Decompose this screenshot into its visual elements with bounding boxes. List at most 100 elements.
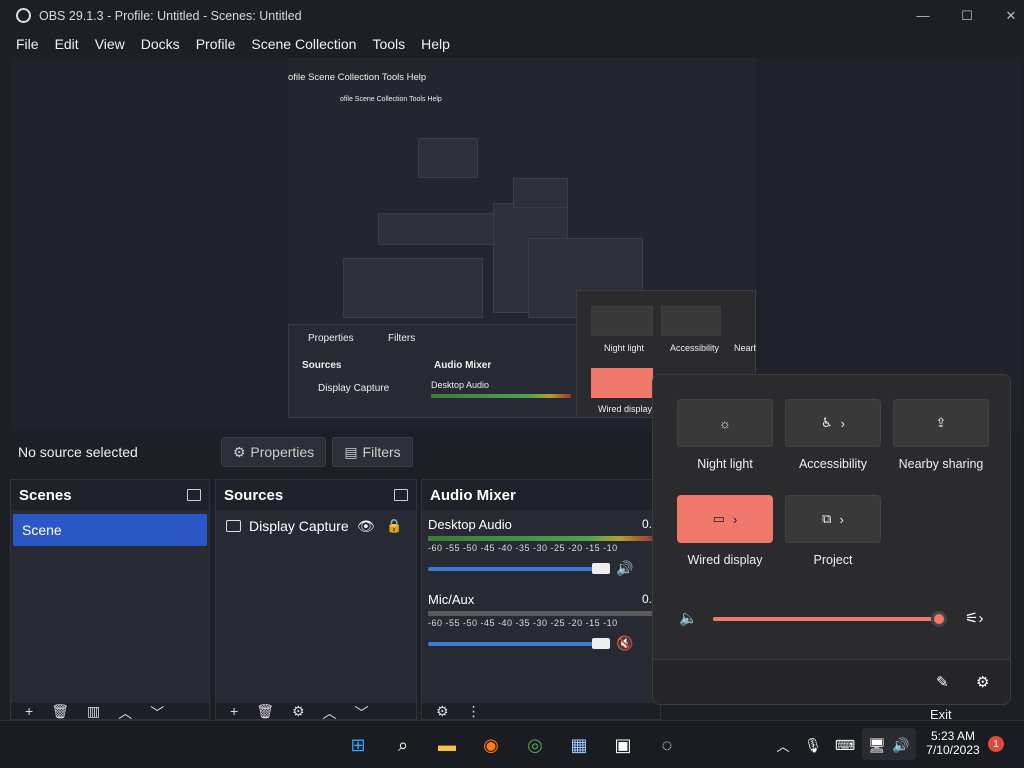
nested-properties: Properties (308, 333, 354, 344)
move-up-button[interactable]: ︿ (118, 703, 132, 721)
project-icon: ⧉ (822, 511, 832, 526)
scene-item[interactable]: Scene (13, 514, 207, 546)
edit-icon[interactable]: ✎ (936, 673, 949, 691)
obs-icon[interactable]: ◌ (654, 732, 680, 758)
chevron-right-icon: › (840, 415, 845, 431)
accessibility-icon: ♿ (821, 415, 833, 430)
menu-help[interactable]: Help (413, 36, 458, 52)
project-tile[interactable]: ⧉ › (785, 495, 881, 543)
source-item[interactable]: Display Capture (226, 518, 349, 534)
keyboard-icon[interactable]: ⌨ (832, 732, 858, 758)
channel-name: Desktop Audio (428, 517, 512, 532)
minimize-button[interactable]: — (900, 0, 946, 31)
chevron-right-icon: › (732, 511, 738, 527)
eye-icon[interactable]: 👁 (357, 518, 375, 535)
move-up-button[interactable]: ︿ (323, 703, 337, 721)
start-icon[interactable]: ⊞ (345, 732, 371, 758)
mixer-header: Audio Mixer (422, 480, 660, 510)
volume-slider[interactable] (428, 642, 598, 646)
sources-dock: Sources Display Capture 👁 🔒 + 🗑 ⚙ ︿ ﹀ (215, 479, 417, 721)
volume-slider[interactable] (713, 617, 941, 621)
accessibility-tile[interactable]: ♿ › (785, 399, 881, 447)
nested-menu: ofile Scene Collection Tools Help (288, 72, 427, 83)
mixer-menu-button[interactable]: ⋮ (467, 703, 481, 719)
undock-icon[interactable] (394, 489, 408, 501)
scenes-dock: Scenes Scene + 🗑 ▥ ︿ ﹀ (10, 479, 210, 721)
title-bar: OBS 29.1.3 - Profile: Untitled - Scenes:… (0, 0, 1024, 31)
lock-icon[interactable]: 🔒 (386, 518, 402, 534)
cast-icon: ▭ (712, 511, 725, 526)
menu-view[interactable]: View (87, 36, 133, 52)
image-viewer-icon[interactable]: ▦ (566, 732, 592, 758)
nested-display-capture: Display Capture (318, 383, 390, 394)
source-settings-button[interactable]: ⚙ (292, 703, 305, 719)
audio-mixer-dock: Audio Mixer Desktop Audio 0. -60 -55 -50… (421, 479, 661, 720)
gear-icon: ⚙ (232, 443, 246, 460)
menu-bar: File Edit View Docks Profile Scene Colle… (0, 31, 1024, 57)
menu-profile[interactable]: Profile (188, 36, 244, 52)
filters-button[interactable]: ▤ Filters (332, 437, 413, 467)
search-icon[interactable]: ⌕ (390, 732, 416, 758)
microphone-icon[interactable]: 🎙 (800, 732, 826, 758)
mixer-footer: ⚙ ⋮ (422, 703, 660, 719)
flyout-footer (653, 659, 1010, 704)
menu-edit[interactable]: Edit (47, 36, 87, 52)
settings-icon[interactable]: ⚙ (976, 673, 989, 691)
volume-slider[interactable] (428, 567, 598, 571)
chevron-up-icon[interactable]: ︿ (770, 732, 796, 758)
scene-filters-button[interactable]: ▥ (87, 703, 100, 719)
nested-filters: Filters (388, 333, 416, 344)
night-light-tile[interactable]: ☼ (677, 399, 773, 447)
move-down-button[interactable]: ﹀ (355, 703, 369, 721)
volume-thumb[interactable] (931, 611, 947, 627)
nested-menu-2: ofile Scene Collection Tools Help (340, 96, 442, 103)
obs-logo-icon (16, 8, 31, 23)
menu-file[interactable]: File (8, 36, 47, 52)
meter-ticks: -60 -55 -50 -45 -40 -35 -30 -25 -20 -15 … (428, 543, 618, 553)
slider-handle[interactable] (592, 563, 610, 574)
advanced-audio-button[interactable]: ⚙ (436, 703, 449, 719)
tile-label: Accessibility (798, 457, 868, 471)
quick-settings-flyout: ☼ Night light ♿ › Accessibility ⇪ Nearby … (652, 374, 1011, 705)
terminal-icon[interactable]: ▣ (610, 732, 636, 758)
audio-output-icon[interactable]: ⚟› (965, 609, 983, 627)
wired-display-tile[interactable]: ▭ › (677, 495, 773, 543)
file-explorer-icon[interactable]: ▬ (434, 732, 460, 758)
move-down-button[interactable]: ﹀ (150, 703, 164, 721)
channel-name: Mic/Aux (428, 592, 475, 607)
maximize-button[interactable]: ☐ (944, 0, 990, 31)
speaker-icon[interactable]: 🔊 (616, 560, 633, 577)
remove-scene-button[interactable]: 🗑 (51, 703, 69, 719)
firefox-icon[interactable]: ◉ (478, 732, 504, 758)
nested-sources: Sources (302, 360, 342, 371)
channel-level: 0. (642, 592, 653, 606)
nested-accessibility: Accessibility (670, 343, 720, 353)
clock[interactable]: 5:23 AM 7/10/2023 (922, 729, 984, 757)
slider-handle[interactable] (592, 638, 610, 649)
menu-docks[interactable]: Docks (133, 36, 188, 52)
close-button[interactable]: ✕ (988, 0, 1024, 31)
chrome-icon[interactable]: ◎ (522, 732, 548, 758)
speaker-icon[interactable]: 🔈 (679, 609, 698, 627)
add-scene-button[interactable]: + (25, 703, 33, 719)
nested-audio-mixer: Audio Mixer (434, 360, 492, 371)
preview-display-capture: ofile Scene Collection Tools Help ofile … (288, 58, 756, 418)
no-source-label: No source selected (18, 444, 138, 460)
menu-tools[interactable]: Tools (364, 36, 413, 52)
undock-icon[interactable] (187, 489, 201, 501)
nearby-sharing-tile[interactable]: ⇪ (893, 399, 989, 447)
scenes-footer: + 🗑 ▥ ︿ ﹀ (11, 703, 209, 721)
properties-button[interactable]: ⚙ Properties (221, 437, 326, 467)
nested-night-light: Night light (604, 343, 645, 353)
muted-speaker-icon[interactable]: 🔇 (616, 635, 633, 652)
remove-source-button[interactable]: 🗑 (256, 703, 274, 719)
share-icon: ⇪ (935, 415, 947, 430)
notification-badge[interactable]: 1 (988, 736, 1004, 752)
menu-scene-collection[interactable]: Scene Collection (243, 36, 364, 52)
brightness-icon: ☼ (719, 415, 731, 431)
add-source-button[interactable]: + (230, 703, 238, 719)
window-title: OBS 29.1.3 - Profile: Untitled - Scenes:… (39, 8, 302, 23)
tile-label: Night light (697, 457, 753, 471)
filter-icon: ▤ (344, 443, 358, 460)
nested-desktop-audio: Desktop Audio (431, 380, 490, 390)
